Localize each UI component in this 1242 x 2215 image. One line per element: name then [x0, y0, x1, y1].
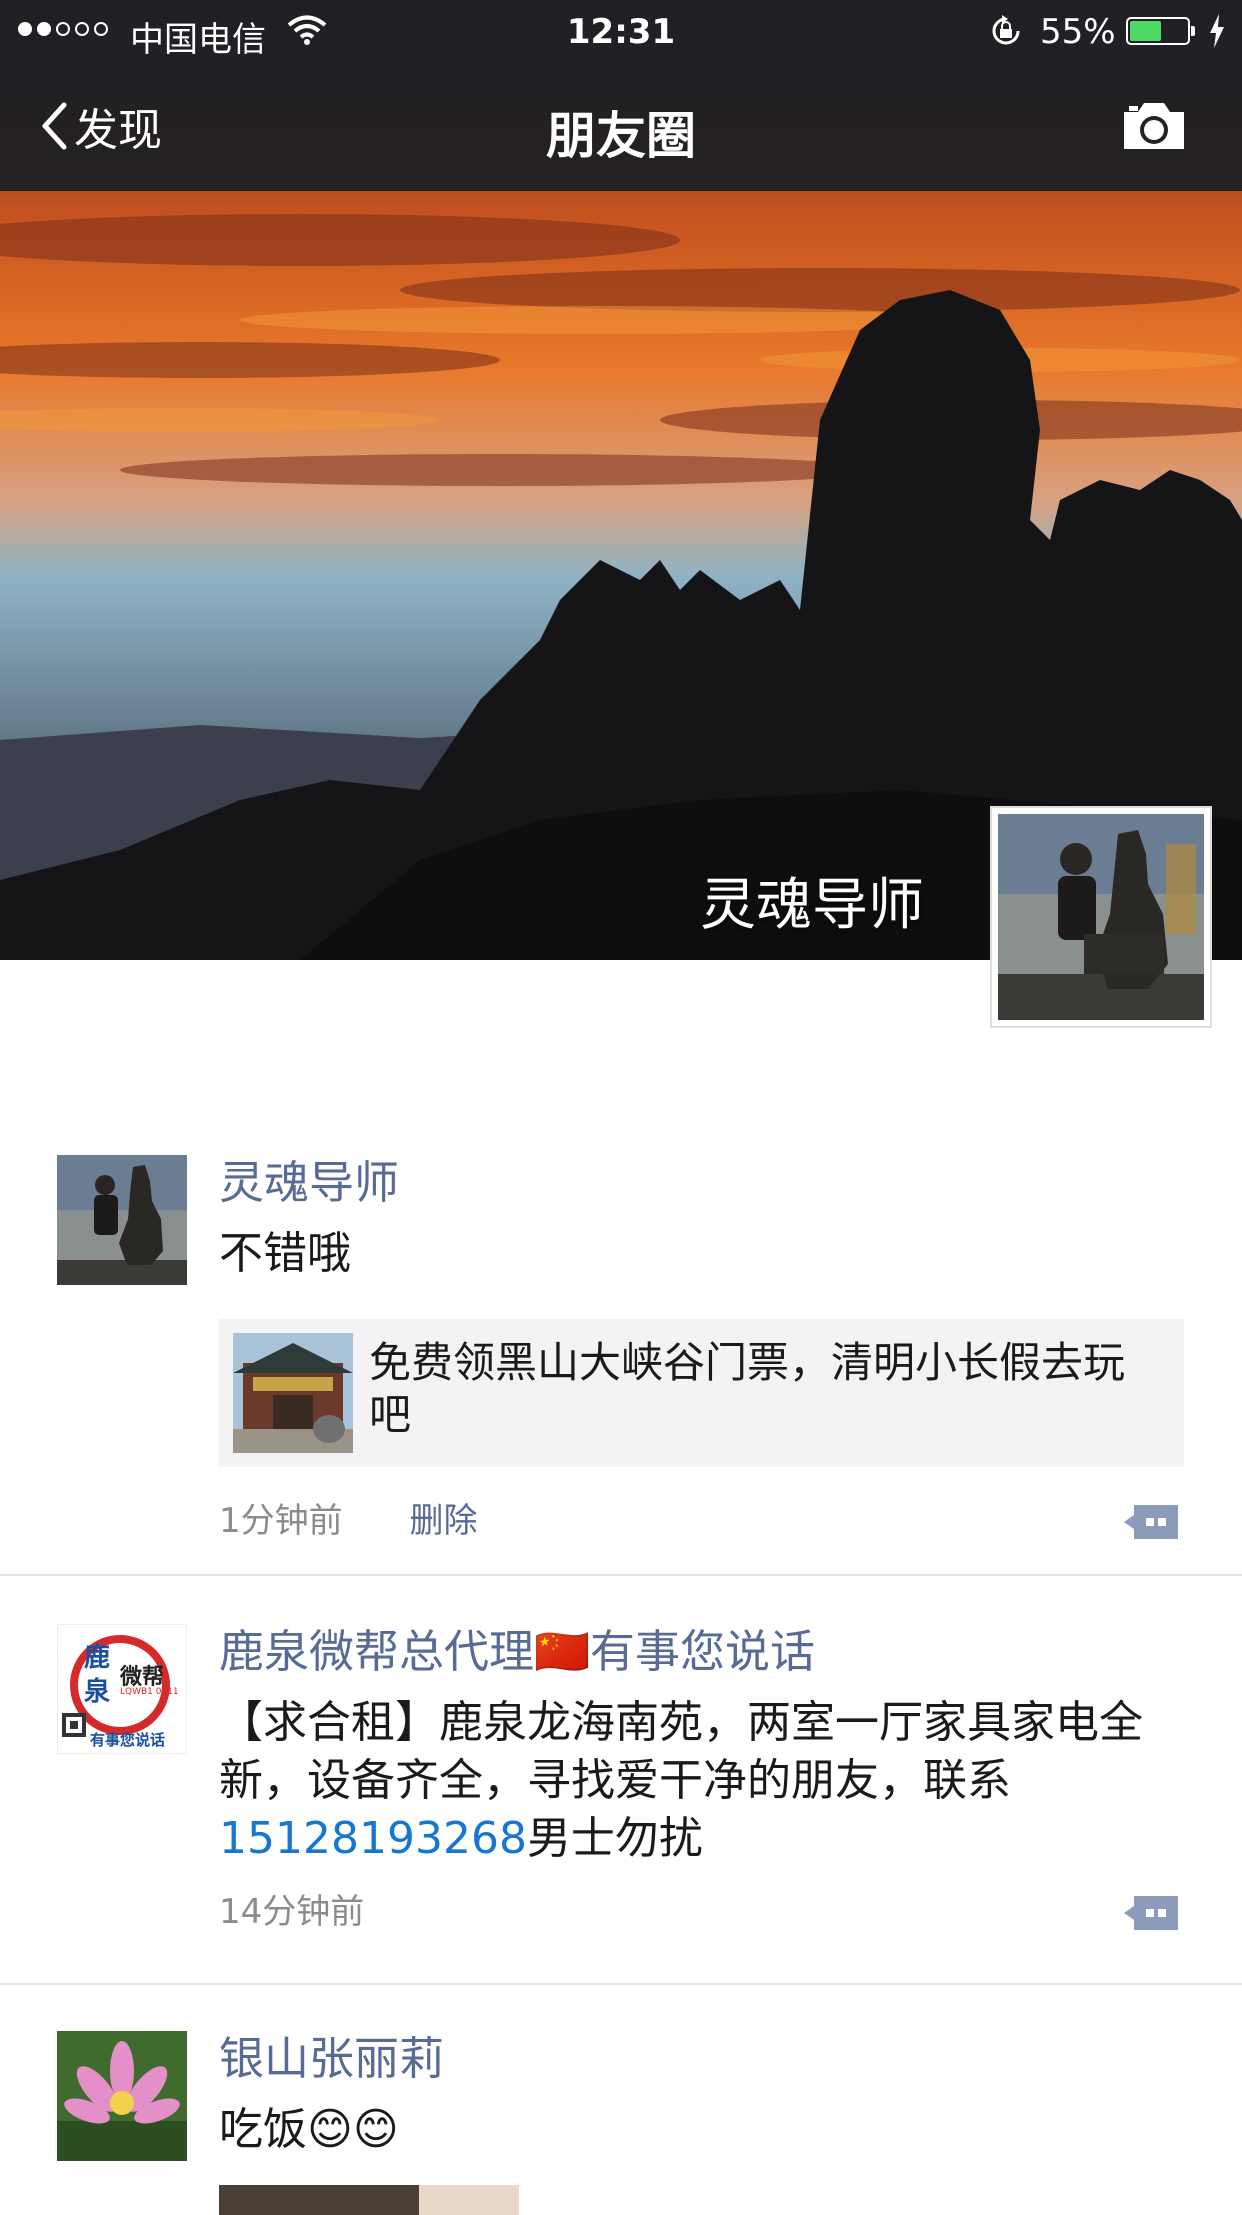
post-text: 不错哦	[219, 1228, 351, 1279]
logo-char-2: 泉	[84, 1677, 111, 1707]
post-divider	[0, 1574, 1242, 1576]
post-meta: 14分钟前	[219, 1882, 1184, 1942]
navigation-bar: 发现 朋友圈	[0, 64, 1242, 191]
post-divider	[0, 1983, 1242, 1985]
post-text: 吃饭😊😊	[219, 2104, 399, 2155]
page-title: 朋友圈	[546, 107, 696, 165]
avatar-photo-image	[998, 814, 1204, 1020]
status-bar: 中国电信 12:31 55%	[0, 0, 1242, 64]
post-time: 14分钟前	[219, 1892, 365, 1932]
post-text-tail: 男士勿扰	[526, 1813, 703, 1864]
camera-icon[interactable]	[1120, 100, 1188, 152]
charging-bolt-icon	[1210, 14, 1224, 48]
post-author-name[interactable]: 银山张丽莉	[219, 2031, 1184, 2087]
logo-slogan: 有事您说话	[90, 1731, 166, 1749]
post-content: 鹿泉微帮总代理🇨🇳有事您说话 【求合租】鹿泉龙海南苑，两室一厅家具家电全新，设备…	[219, 1624, 1184, 1942]
logo-char-1: 鹿	[84, 1643, 111, 1673]
post-content: 银山张丽莉 吃饭😊😊	[219, 2031, 1184, 2215]
top-bar: 中国电信 12:31 55% 发现 朋友圈	[0, 0, 1242, 191]
logo-code: LQWB1 0311	[120, 1687, 179, 1697]
post-content: 灵魂导师 不错哦 免费领黑山大峡谷门票，清明小长假去玩吧 1分钟前 删除	[219, 1155, 1184, 1551]
delete-button[interactable]: 删除	[409, 1501, 477, 1541]
battery-percent: 55%	[1040, 12, 1116, 52]
cover-owner-name: 灵魂导师	[700, 873, 924, 938]
cover-avatar[interactable]	[990, 806, 1212, 1028]
battery-icon	[1126, 17, 1195, 45]
post-text: 【求合租】鹿泉龙海南苑，两室一厅家具家电全新，设备齐全，寻找爱干净的朋友，联系 1…	[219, 1694, 1184, 1868]
rotation-lock-icon	[992, 15, 1020, 45]
link-thumbnail-image	[233, 1333, 353, 1453]
post-time: 1分钟前	[219, 1501, 343, 1541]
post-text-body: 【求合租】鹿泉龙海南苑，两室一厅家具家电全新，设备齐全，寻找爱干净的朋友，联系	[219, 1697, 1143, 1806]
comment-icon[interactable]	[1122, 1894, 1180, 1932]
post-author-name[interactable]: 鹿泉微帮总代理🇨🇳有事您说话	[219, 1624, 1184, 1680]
post-author-avatar[interactable]	[57, 2031, 187, 2161]
post-image-thumbnail[interactable]	[219, 2185, 519, 2215]
link-title: 免费领黑山大峡谷门票，清明小长假去玩吧	[369, 1338, 1126, 1439]
shared-link-card[interactable]: 免费领黑山大峡谷门票，清明小长假去玩吧	[219, 1319, 1184, 1467]
phone-number-link[interactable]: 15128193268	[219, 1813, 527, 1864]
post-author-avatar[interactable]	[57, 1155, 187, 1285]
post-author-name[interactable]: 灵魂导师	[219, 1155, 1184, 1211]
post-author-avatar[interactable]: 鹿 泉 微帮 LQWB1 0311 有事您说话	[57, 1624, 187, 1754]
comment-icon[interactable]	[1122, 1503, 1180, 1541]
post-meta: 1分钟前 删除	[219, 1491, 1184, 1551]
